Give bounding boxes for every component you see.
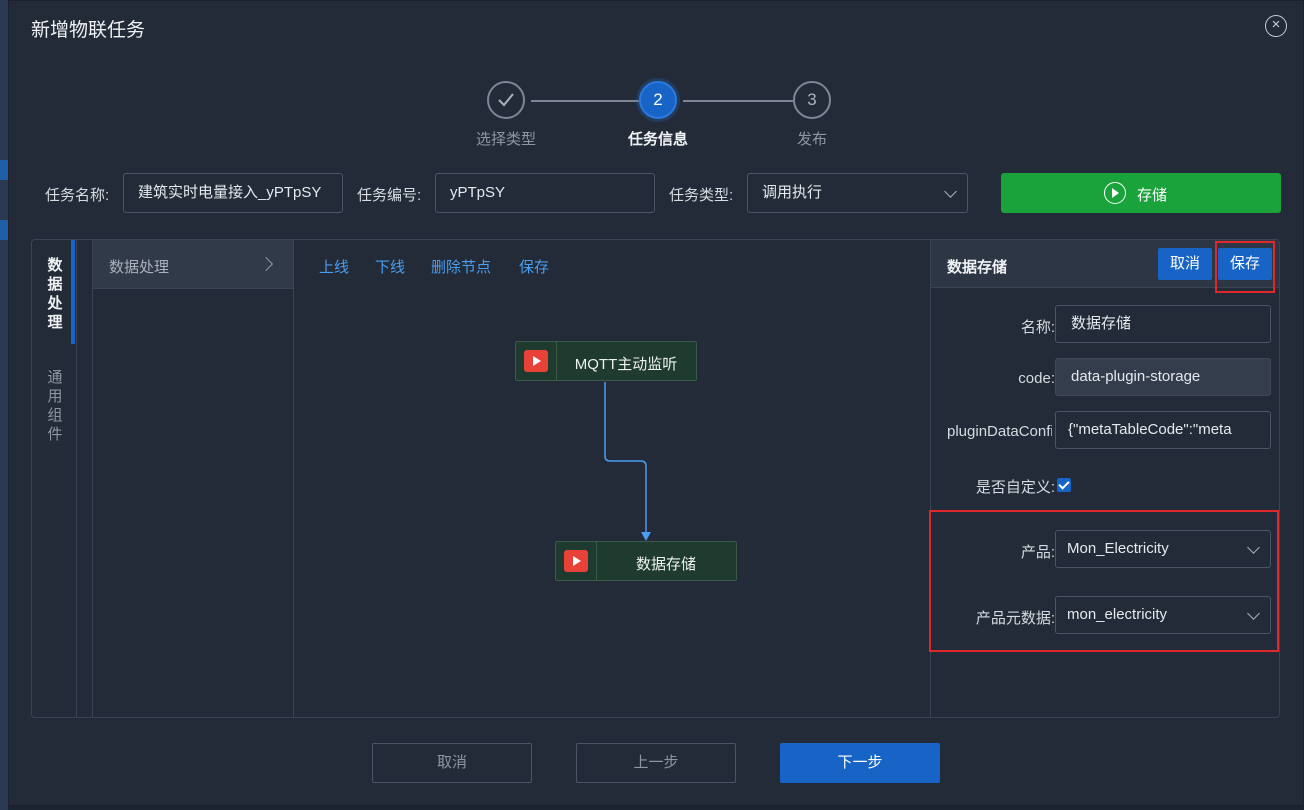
step-1-circle [487, 81, 525, 119]
plugin-data-config-input[interactable]: {"metaTableCode":"meta [1055, 411, 1271, 449]
active-tab-indicator [71, 240, 75, 344]
task-name-label: 任务名称: [45, 187, 110, 204]
footer-cancel-button[interactable]: 取消 [372, 743, 532, 783]
dialog-title: 新增物联任务 [31, 20, 146, 41]
product-value: Mon_Electricity [1067, 540, 1169, 557]
node-mqtt-listener[interactable]: MQTT主动监听 [515, 341, 697, 381]
chevron-down-icon [1247, 607, 1260, 620]
task-type-value: 调用执行 [762, 184, 823, 201]
step-3-circle: 3 [793, 81, 831, 119]
background-window-edge [0, 0, 8, 810]
step-connector [683, 100, 793, 102]
next-step-button[interactable]: 下一步 [780, 743, 940, 783]
config-header: 数据存储 取消 保存 [931, 240, 1279, 288]
prev-step-button[interactable]: 上一步 [576, 743, 736, 783]
node-label: 数据存储 [635, 556, 696, 573]
product-select[interactable]: Mon_Electricity [1055, 530, 1271, 568]
product-label: 产品: [1020, 544, 1055, 561]
list-item-data-processing[interactable]: 数据处理 [93, 240, 293, 289]
chevron-down-icon [1247, 541, 1260, 554]
task-type-label: 任务类型: [669, 187, 734, 204]
vertical-tabs: 数据处理 通用组件 [32, 240, 77, 717]
node-data-storage[interactable]: 数据存储 [555, 541, 737, 581]
custom-label: 是否自定义: [975, 479, 1055, 496]
plugin-data-config-label: pluginDataConfig: [947, 423, 1052, 440]
cancel-button[interactable]: 取消 [1158, 248, 1212, 280]
product-meta-value: mon_electricity [1067, 606, 1168, 623]
custom-checkbox[interactable] [1057, 478, 1071, 492]
play-icon [564, 550, 588, 572]
chevron-down-icon [944, 185, 957, 198]
flow-canvas: 上线 下线 删除节点 保存 MQTT主动监听 数据存储 [294, 240, 930, 717]
name-input[interactable]: 数据存储 [1055, 305, 1271, 343]
name-label: 名称: [1020, 319, 1055, 336]
play-circle-icon [1104, 182, 1126, 204]
flow-connector [604, 382, 651, 541]
close-icon[interactable]: × [1265, 15, 1287, 37]
new-iot-task-dialog: 新增物联任务 × 2 3 选择类型 任务信息 发布 任务名称: 建筑实时电量接入… [8, 0, 1304, 806]
tab-data-processing[interactable]: 数据处理 [46, 256, 64, 332]
task-info-form: 任务名称: 建筑实时电量接入_yPTpSY 任务编号: yPTpSY 任务类型:… [9, 173, 1303, 213]
config-title: 数据存储 [947, 259, 1008, 276]
step-2-label: 任务信息 [627, 131, 688, 148]
tab-common-components[interactable]: 通用组件 [46, 368, 64, 444]
node-config-panel: 数据存储 取消 保存 名称: 数据存储 code: data-plugin-st… [929, 240, 1279, 717]
code-input: data-plugin-storage [1055, 358, 1271, 396]
task-code-input[interactable]: yPTpSY [435, 173, 655, 213]
check-icon [498, 93, 514, 107]
save-button[interactable]: 保存 [1218, 248, 1272, 280]
node-label: MQTT主动监听 [574, 356, 678, 373]
code-label: code: [1018, 370, 1055, 387]
editor-panel: 数据处理 通用组件 数据处理 上线 下线 删除节点 保存 MQTT主动监听 数据… [31, 239, 1280, 718]
task-type-select[interactable]: 调用执行 [747, 173, 968, 213]
plugin-list: 数据处理 [92, 240, 294, 717]
play-icon [524, 350, 548, 372]
task-name-input[interactable]: 建筑实时电量接入_yPTpSY [123, 173, 343, 213]
product-meta-select[interactable]: mon_electricity [1055, 596, 1271, 634]
product-meta-label: 产品元数据: [975, 610, 1055, 627]
step-1-label: 选择类型 [475, 131, 536, 148]
list-item-label: 数据处理 [109, 259, 170, 276]
store-button[interactable]: 存储 [1001, 173, 1281, 213]
step-connector [531, 100, 639, 102]
step-3-label: 发布 [796, 131, 827, 148]
chevron-right-icon [258, 256, 274, 272]
task-code-label: 任务编号: [357, 187, 422, 204]
step-2-circle: 2 [639, 81, 677, 119]
store-button-label: 存储 [1137, 187, 1168, 204]
stepper: 2 3 选择类型 任务信息 发布 [9, 81, 1303, 151]
